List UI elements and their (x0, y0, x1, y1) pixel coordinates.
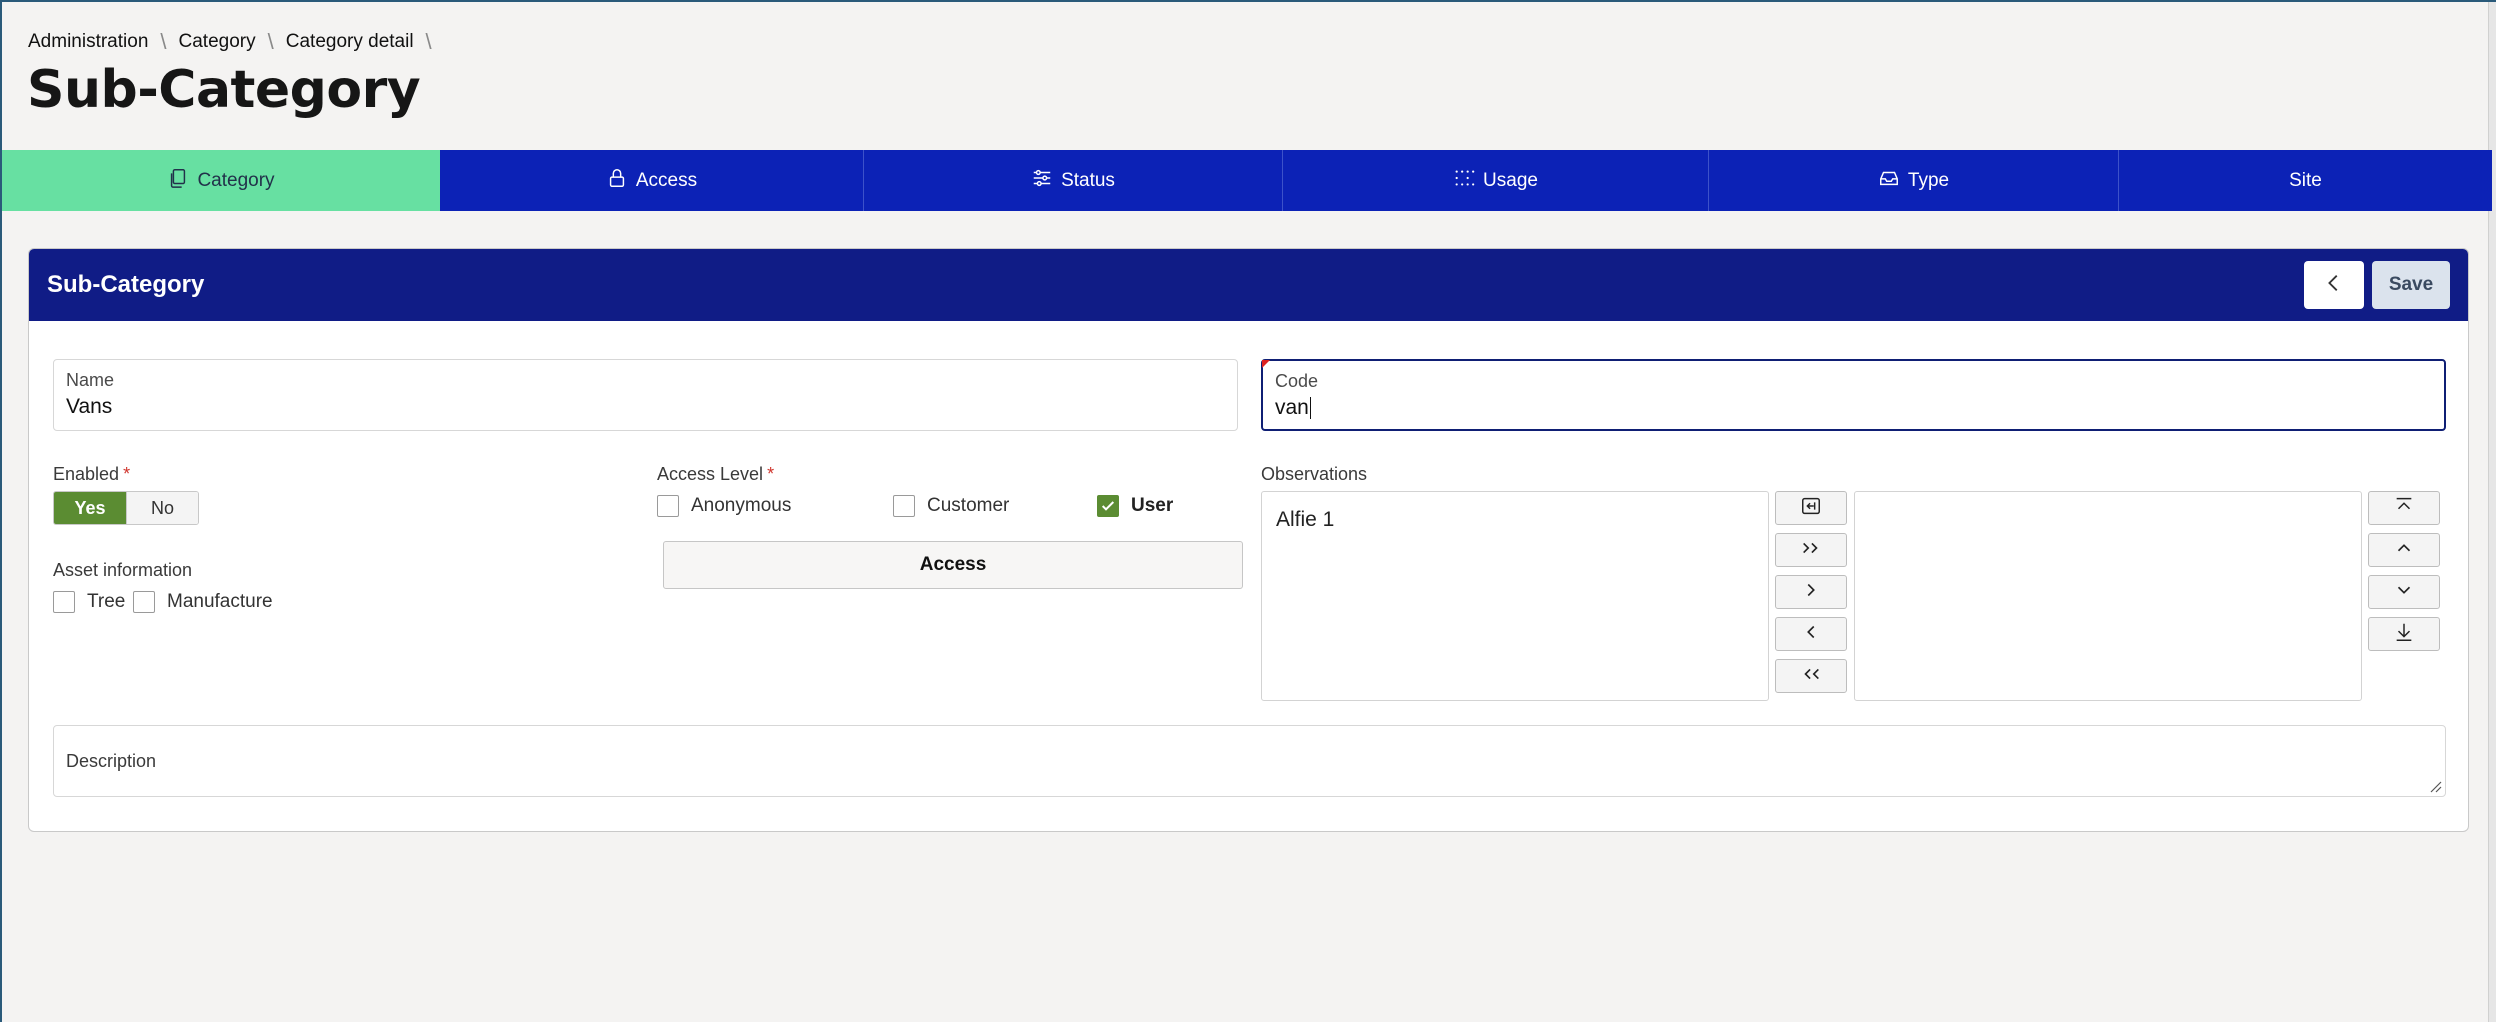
breadcrumb-separator: \ (267, 29, 274, 54)
panel-header: Sub-Category Save (29, 249, 2468, 321)
tab-access[interactable]: Access (440, 150, 864, 211)
user-checkbox[interactable] (1097, 495, 1119, 517)
checkbox-customer[interactable]: Customer (893, 495, 1009, 517)
double-chevron-right-icon (1800, 537, 1822, 564)
anonymous-checkbox[interactable] (657, 495, 679, 517)
checkbox-manufacture[interactable]: Manufacture (133, 591, 273, 613)
move-bottom-button[interactable] (2368, 617, 2440, 651)
customer-checkbox[interactable] (893, 495, 915, 517)
breadcrumb-category[interactable]: Category (179, 31, 256, 53)
enabled-toggle: Yes No (53, 491, 199, 525)
code-value: van (1275, 396, 2432, 420)
inbox-icon (1878, 167, 1900, 195)
tab-usage-label: Usage (1483, 169, 1538, 191)
observations-available-list[interactable]: Alfie 1 (1261, 491, 1769, 701)
tab-access-label: Access (635, 169, 698, 191)
swap-icon (1800, 495, 1822, 522)
move-all-right-button[interactable] (1775, 533, 1847, 567)
name-value: Vans (66, 395, 113, 418)
access-level-label: Access Level * (657, 464, 774, 485)
save-button[interactable]: Save (2372, 261, 2450, 309)
asset-information-label: Asset information (53, 560, 193, 580)
move-all-left-button[interactable] (1775, 659, 1847, 693)
chevron-right-icon (1800, 579, 1822, 606)
sub-category-panel: Sub-Category Save Name Vans Code van Ena… (28, 248, 2469, 832)
tab-status-label: Status (1061, 169, 1115, 191)
move-selected-button[interactable] (1775, 491, 1847, 525)
checkbox-user[interactable]: User (1097, 495, 1173, 517)
lock-icon (606, 167, 628, 195)
anonymous-label: Anonymous (691, 495, 792, 516)
enabled-yes-option[interactable]: Yes (54, 492, 126, 524)
breadcrumb-separator: \ (160, 29, 167, 54)
manufacture-checkbox[interactable] (133, 591, 155, 613)
required-marker (1262, 360, 1270, 368)
dots-grid-icon (1453, 167, 1475, 195)
tab-usage[interactable]: Usage (1283, 150, 1709, 211)
sliders-icon (1031, 167, 1053, 195)
tab-type[interactable]: Type (1709, 150, 2119, 211)
move-down-button[interactable] (2368, 575, 2440, 609)
tab-site-label: Site (2289, 169, 2322, 191)
tree-label: Tree (87, 591, 126, 612)
tab-type-label: Type (1907, 169, 1950, 191)
panel-title: Sub-Category (47, 271, 205, 298)
double-chevron-left-icon (1800, 663, 1822, 690)
chevron-up-icon (2393, 537, 2415, 564)
required-asterisk: * (767, 464, 775, 484)
customer-label: Customer (927, 495, 1010, 516)
tab-site[interactable]: Site (2119, 150, 2492, 211)
move-left-button[interactable] (1775, 617, 1847, 651)
tab-category[interactable]: Category (2, 150, 440, 211)
tab-status[interactable]: Status (864, 150, 1283, 211)
enabled-label: Enabled * (53, 464, 130, 485)
chevron-left-icon (2323, 272, 2345, 299)
required-asterisk: * (123, 464, 131, 484)
page-title: Sub-Category (27, 60, 421, 120)
list-item[interactable]: Alfie 1 (1262, 492, 1768, 548)
header-actions: Save (2304, 261, 2450, 309)
name-field[interactable]: Name Vans (53, 359, 1238, 431)
checkbox-tree[interactable]: Tree (53, 591, 125, 613)
tab-category-label: Category (197, 169, 275, 191)
tree-checkbox[interactable] (53, 591, 75, 613)
code-label: Code (1275, 371, 1319, 391)
arrow-to-bottom-icon (2393, 621, 2415, 648)
enabled-no-option[interactable]: No (126, 492, 198, 524)
access-button[interactable]: Access (663, 541, 1243, 589)
enabled-label-text: Enabled (53, 464, 120, 484)
checkmark-icon (1101, 501, 1115, 511)
chevron-down-icon (2393, 579, 2415, 606)
code-field[interactable]: Code van (1261, 359, 2446, 431)
move-up-button[interactable] (2368, 533, 2440, 567)
copy-icon (167, 167, 189, 195)
user-label: User (1131, 495, 1174, 516)
access-level-label-text: Access Level (657, 464, 764, 484)
observations-selected-list[interactable] (1854, 491, 2362, 701)
arrow-to-top-icon (2393, 495, 2415, 522)
breadcrumb: Administration \ Category \ Category det… (28, 29, 444, 54)
manufacture-label: Manufacture (167, 591, 273, 612)
chevron-left-icon (1800, 621, 1822, 648)
description-field[interactable]: Description (53, 725, 2446, 797)
breadcrumb-separator: \ (425, 29, 432, 54)
name-label: Name (66, 370, 115, 390)
breadcrumb-category-detail[interactable]: Category detail (286, 31, 414, 53)
code-value-text: van (1275, 396, 1309, 419)
move-right-button[interactable] (1775, 575, 1847, 609)
checkbox-anonymous[interactable]: Anonymous (657, 495, 791, 517)
breadcrumb-administration[interactable]: Administration (28, 31, 148, 53)
resize-handle-icon[interactable] (2428, 779, 2442, 793)
move-top-button[interactable] (2368, 491, 2440, 525)
back-button[interactable] (2304, 261, 2364, 309)
description-label: Description (66, 751, 157, 771)
text-caret (1309, 397, 1311, 420)
tab-bar: Category Access Status Usage Type Site (2, 150, 2492, 211)
observations-label: Observations (1261, 464, 1368, 484)
